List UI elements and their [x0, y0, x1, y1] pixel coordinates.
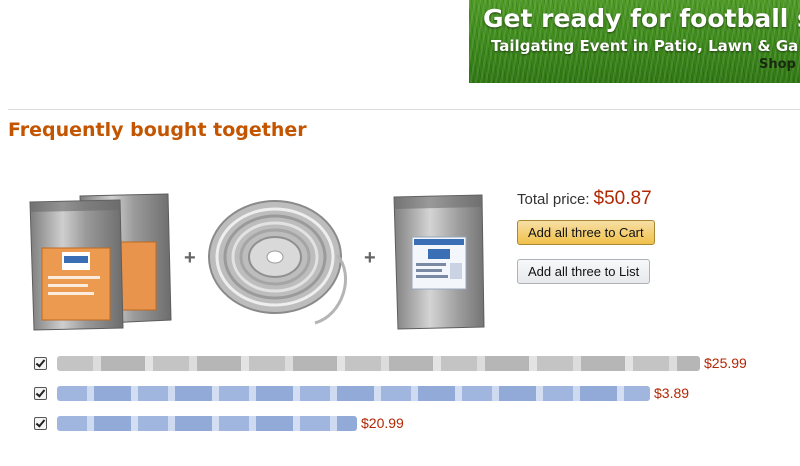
- banner-shop-link[interactable]: Shop: [759, 57, 796, 72]
- product-image-3[interactable]: [390, 193, 486, 331]
- item-price: $25.99: [704, 355, 747, 371]
- list-item: $20.99: [34, 413, 404, 433]
- section-divider: [8, 109, 800, 110]
- item-title-link[interactable]: [57, 415, 357, 431]
- add-all-to-cart-button[interactable]: Add all three to Cart: [517, 220, 655, 245]
- wire-coil-icon: [208, 200, 347, 325]
- product-image-2[interactable]: [205, 195, 355, 327]
- item-title-link[interactable]: [57, 385, 650, 401]
- product-image-1[interactable]: [28, 192, 173, 332]
- silver-pouch-icon: [393, 194, 485, 330]
- total-price-line: Total price: $50.87: [517, 188, 652, 210]
- banner-headline: Get ready for football se: [483, 4, 800, 33]
- total-price-value: $50.87: [593, 188, 652, 209]
- add-all-to-list-button[interactable]: Add all three to List: [517, 259, 651, 284]
- total-price-label: Total price:: [517, 191, 590, 208]
- list-item: $25.99: [34, 353, 747, 373]
- item-price: $3.89: [654, 385, 690, 401]
- banner-subline: Tailgating Event in Patio, Lawn & Ga: [491, 37, 799, 55]
- item-price: $20.99: [361, 415, 404, 431]
- promo-banner[interactable]: Get ready for football se Tailgating Eve…: [469, 0, 800, 83]
- plus-sign: +: [184, 247, 196, 269]
- item-checkbox[interactable]: [34, 416, 47, 430]
- silver-pouch-pair-icon: [29, 193, 172, 331]
- item-checkbox[interactable]: [34, 356, 47, 370]
- section-title: Frequently bought together: [8, 119, 307, 141]
- item-title: [57, 355, 700, 371]
- item-checkbox[interactable]: [34, 386, 47, 400]
- plus-sign: +: [364, 247, 376, 269]
- list-item: $3.89: [34, 383, 689, 403]
